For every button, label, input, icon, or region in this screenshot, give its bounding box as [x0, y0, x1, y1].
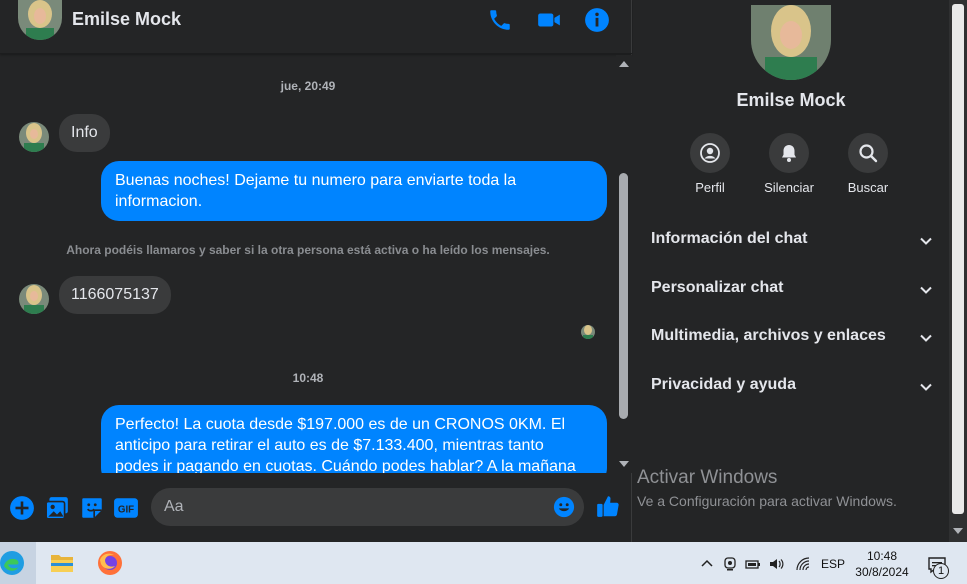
activate-windows-title: Activar Windows — [637, 467, 778, 488]
windows-taskbar: ESP 10:48 30/8/2024 1 — [0, 542, 967, 584]
volume-icon[interactable] — [768, 556, 784, 572]
scroll-thumb[interactable] — [619, 173, 628, 419]
wifi-icon[interactable] — [795, 556, 811, 572]
battery-icon[interactable] — [745, 556, 761, 572]
outgoing-message[interactable]: Buenas noches! Dejame tu numero para env… — [101, 161, 607, 221]
contact-avatar-small — [19, 122, 49, 152]
taskbar-edge[interactable] — [0, 542, 36, 584]
emoji-icon[interactable] — [553, 496, 575, 518]
section-chat-info[interactable]: Información del chat — [651, 225, 933, 255]
notice-text: Ahora podéis llamaros y saber si la otra… — [66, 243, 550, 257]
svg-text:GIF: GIF — [118, 504, 134, 515]
info-panel-scrollbar[interactable] — [949, 0, 967, 542]
chat-header: Emilse Mock — [0, 0, 632, 54]
chevron-up-icon[interactable] — [699, 556, 715, 572]
message-input[interactable] — [151, 488, 584, 526]
search-icon — [859, 144, 878, 163]
notification-badge: 1 — [933, 563, 949, 579]
edge-icon — [0, 551, 24, 575]
mute-label: Silenciar — [764, 180, 814, 195]
language-indicator[interactable]: ESP — [821, 557, 845, 571]
phone-icon[interactable] — [487, 7, 513, 33]
photo-icon[interactable] — [44, 495, 70, 521]
messenger-window: Emilse Mock jue, 20:49 Info Buenas noche… — [0, 0, 967, 542]
message-list: jue, 20:49 Info Buenas noches! Dejame tu… — [0, 55, 632, 473]
mute-button[interactable]: Silenciar — [749, 133, 829, 195]
composer: GIF — [0, 473, 632, 542]
contact-avatar[interactable] — [18, 0, 62, 40]
incoming-message[interactable]: Info — [59, 114, 110, 152]
profile-avatar-large[interactable] — [751, 5, 831, 80]
section-media-files-links[interactable]: Multimedia, archivos y enlaces — [651, 322, 933, 352]
gif-icon[interactable]: GIF — [113, 495, 139, 521]
seen-indicator-avatar — [581, 325, 595, 339]
message-scrollbar[interactable] — [616, 55, 632, 473]
sticker-icon[interactable] — [79, 495, 105, 521]
incoming-message[interactable]: 1166075137 — [59, 276, 171, 314]
info-icon[interactable] — [584, 7, 610, 33]
thumbs-up-icon[interactable] — [595, 493, 621, 519]
outgoing-message[interactable]: Perfecto! La cuota desde $197.000 es de … — [101, 405, 607, 473]
profile-name: Emilse Mock — [736, 90, 846, 110]
timestamp-separator: 10:48 — [292, 371, 324, 385]
profile-label: Perfil — [695, 180, 725, 195]
scroll-down-arrow[interactable] — [953, 528, 963, 534]
profile-button[interactable]: Perfil — [670, 133, 750, 195]
search-label: Buscar — [847, 180, 889, 195]
section-privacy-help[interactable]: Privacidad y ayuda — [651, 371, 933, 401]
firefox-icon — [98, 551, 122, 575]
chat-panel: Emilse Mock jue, 20:49 Info Buenas noche… — [0, 0, 632, 542]
system-clock[interactable]: 10:48 30/8/2024 — [848, 548, 916, 580]
conversation-info-panel: Emilse Mock Perfil Silenciar Buscar Info… — [633, 0, 967, 542]
scroll-down-arrow[interactable] — [619, 461, 629, 467]
user-icon — [700, 143, 720, 163]
contact-name[interactable]: Emilse Mock — [72, 9, 181, 30]
timestamp-separator: jue, 20:49 — [280, 79, 336, 93]
chevron-down-icon — [920, 237, 932, 245]
activate-windows-subtitle: Ve a Configuración para activar Windows. — [637, 493, 897, 509]
video-call-icon[interactable] — [536, 7, 562, 33]
contact-avatar-small — [19, 284, 49, 314]
folder-icon — [51, 555, 73, 572]
scroll-thumb[interactable] — [952, 4, 964, 514]
scroll-up-arrow[interactable] — [619, 61, 629, 67]
chevron-down-icon — [920, 334, 932, 342]
chevron-down-icon — [920, 286, 932, 294]
chevron-down-icon — [920, 383, 932, 391]
taskbar-file-explorer[interactable] — [40, 542, 84, 584]
search-button[interactable]: Buscar — [828, 133, 908, 195]
webcam-icon[interactable] — [722, 556, 738, 572]
taskbar-firefox[interactable] — [88, 542, 132, 584]
bell-icon — [782, 145, 796, 162]
section-customize-chat[interactable]: Personalizar chat — [651, 274, 933, 304]
plus-icon[interactable] — [9, 495, 35, 521]
